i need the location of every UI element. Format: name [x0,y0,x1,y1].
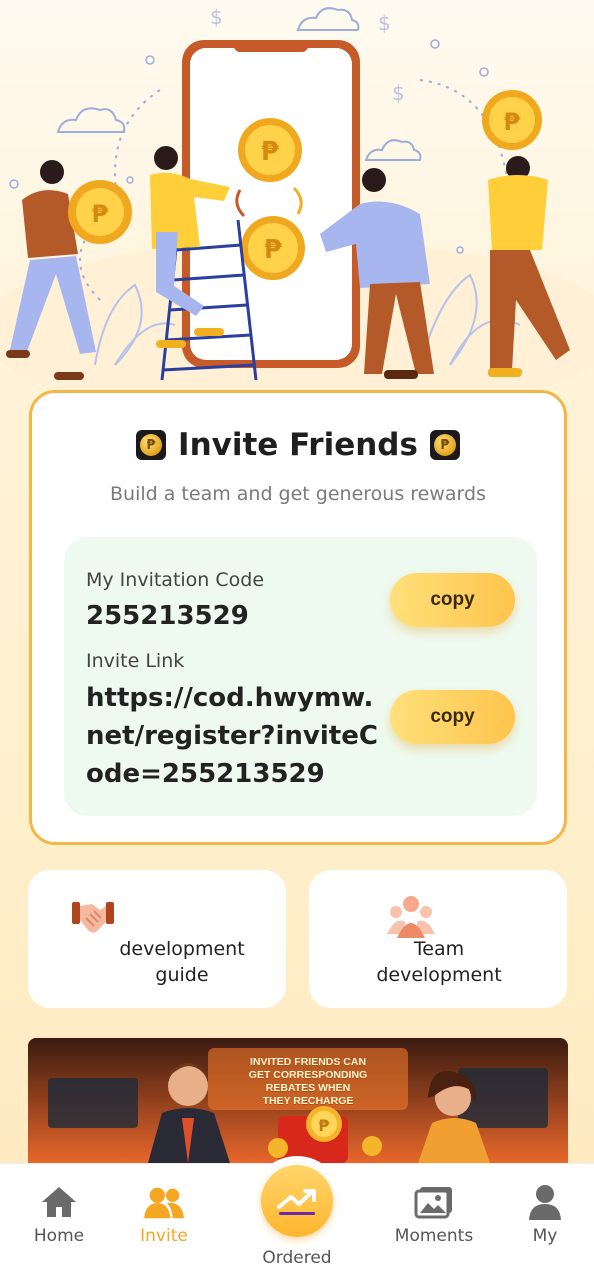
handshake-icon [72,902,114,933]
nav-home-label: Home [33,1226,85,1246]
invite-title-row: ₱ Invite Friends ₱ [32,427,564,463]
trend-icon [261,1165,333,1237]
development-guide-card[interactable]: development guide [28,870,286,1008]
svg-text:₱: ₱ [504,108,521,136]
peso-coin-icon: ₱ [429,430,460,460]
copy-code-button[interactable]: copy [390,573,515,627]
svg-text:$: $ [392,81,405,105]
nav-moments[interactable]: Moments [389,1182,479,1252]
nav-my[interactable]: My [500,1182,590,1252]
nav-ordered-label: Ordered [262,1248,332,1267]
nav-ordered[interactable] [252,1156,342,1246]
development-guide-label: development guide [119,938,245,986]
invite-title: Invite Friends [178,427,418,463]
svg-text:₱: ₱ [318,1116,330,1135]
invite-card: ₱ Invite Friends ₱ Build a team and get … [29,390,567,845]
users-icon [144,1182,184,1222]
nav-invite[interactable]: Invite [119,1182,209,1252]
svg-text:₱: ₱ [261,137,280,167]
nav-moments-label: Moments [394,1226,474,1246]
peso-coin-icon: ₱ [136,430,167,460]
banner-text: INVITED FRIENDS CAN GET CORRESPONDING RE… [248,1056,368,1107]
invite-link-label: Invite Link [86,650,185,672]
invite-page: ₱ ₱ ₱ ₱ $ $ $ ₱ Invite Friends ₱ Build a… [0,0,594,1267]
team-development-card[interactable]: Team development [309,870,567,1008]
nav-invite-label: Invite [140,1226,188,1246]
invitation-code-value: 255213529 [86,601,249,631]
invite-link-value: https://cod.hwymw.net/register?inviteCod… [86,683,378,789]
copy-link-button[interactable]: copy [390,690,515,744]
hero-illustration: ₱ ₱ ₱ ₱ $ $ $ [0,0,594,390]
nav-my-label: My [532,1226,558,1246]
team-development-label: Team development [376,938,502,986]
user-icon [525,1182,565,1222]
team-icon [387,896,435,938]
invite-subtitle: Build a team and get generous rewards [110,483,486,505]
invitation-panel: My Invitation Code 255213529 copy Invite… [64,537,537,816]
svg-text:₱: ₱ [264,235,283,265]
gallery-icon [414,1182,454,1222]
invitation-code-label: My Invitation Code [86,569,265,591]
bottom-nav: Home Invite Ordered Moments My [0,1156,594,1267]
svg-text:₱: ₱ [92,200,109,228]
rebate-banner[interactable]: ₱ INVITED FRIENDS CAN GET CORRESPONDING … [28,1038,568,1163]
nav-home[interactable]: Home [14,1182,104,1252]
svg-text:$: $ [378,11,391,35]
home-icon [39,1182,79,1222]
svg-text:$: $ [210,5,223,29]
